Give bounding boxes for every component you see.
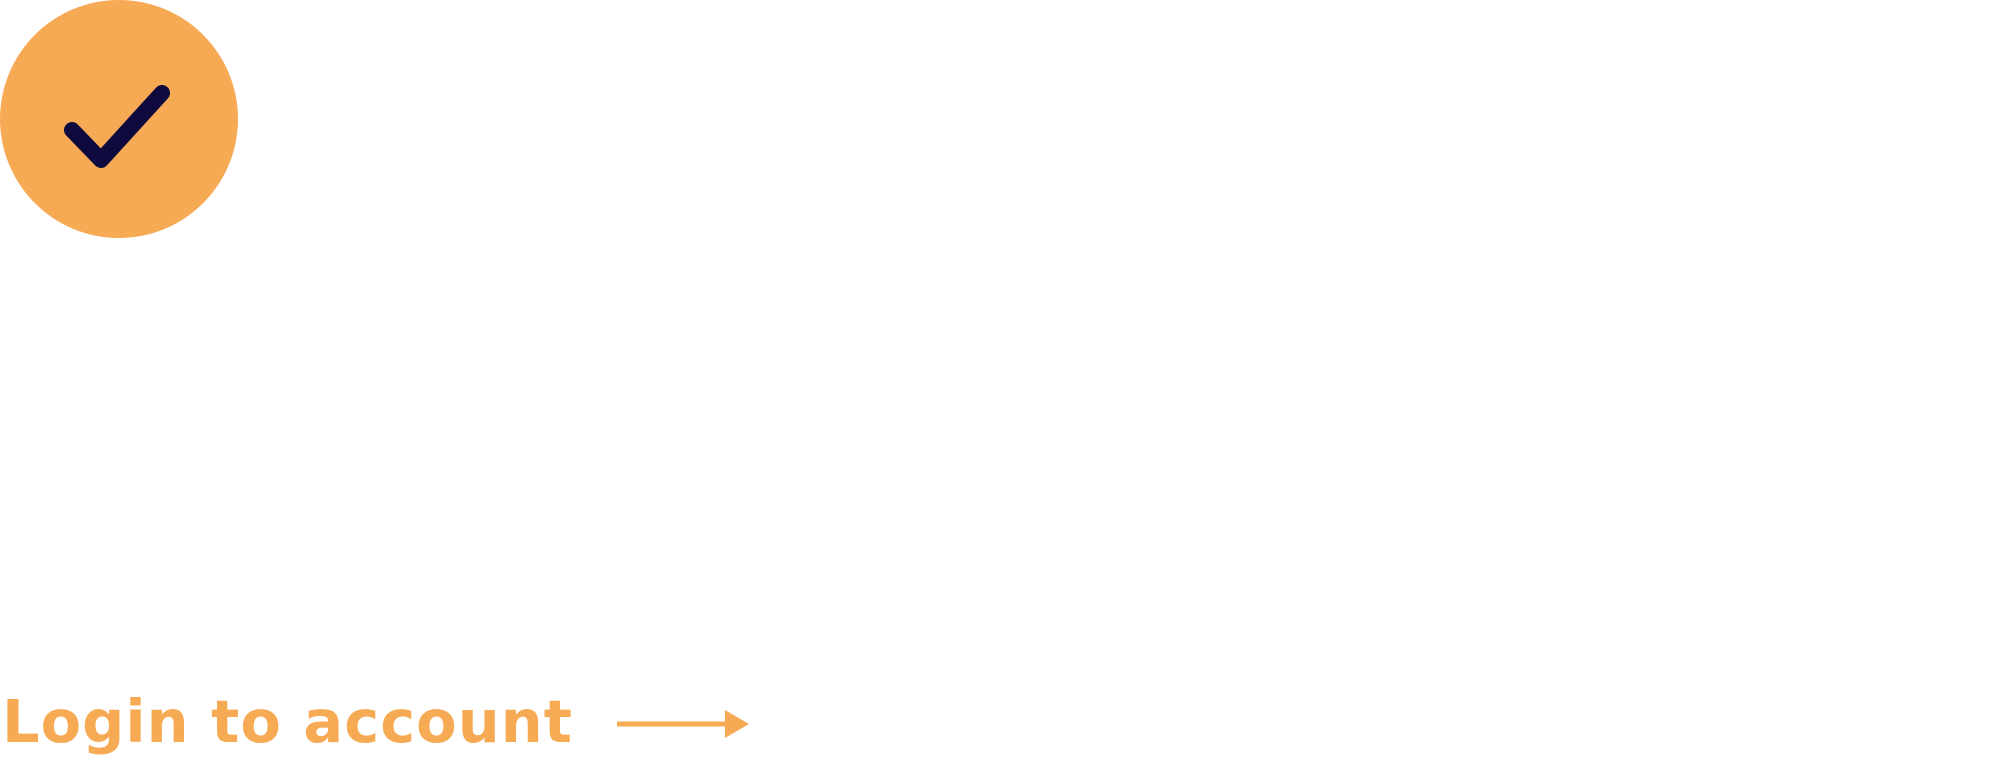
success-badge [0, 0, 238, 238]
login-to-account-link[interactable]: Login to account [2, 682, 749, 762]
arrow-right-icon [616, 710, 749, 738]
checkmark-icon [64, 85, 170, 168]
login-link-label: Login to account [2, 687, 573, 756]
